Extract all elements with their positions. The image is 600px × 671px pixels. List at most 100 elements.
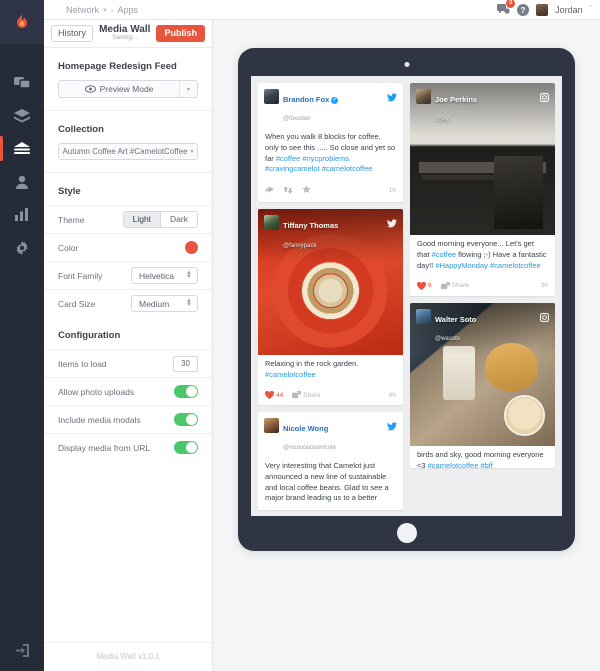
retweet-icon[interactable] [283,186,293,196]
row-items-to-load: Items to load 30 [44,349,212,377]
card-time: 3h [540,282,548,290]
hashtag-coffee[interactable]: #coffee [276,154,300,163]
publish-button[interactable]: Publish [156,25,205,42]
card-walter-soto[interactable]: Walter Soto @wasoto birds and sky, good [410,302,555,468]
stepper-arrows-icon-2: ▲ ▼ [186,297,192,309]
rail-item-audience[interactable] [0,165,44,198]
preview-mode-select[interactable]: Preview Mode ▾ [58,80,198,98]
svg-text:?: ? [521,6,526,15]
card-nicole-wong[interactable]: Nicole Wong @nicooooooonicole Very inter… [258,412,403,511]
allow-photo-uploads-toggle[interactable] [174,385,198,398]
hashtag-nycproblems[interactable]: #nycproblems [302,154,349,163]
rail-icon-list [0,66,44,264]
hashtag-camelotcoffee[interactable]: #camelotcoffee [265,370,316,379]
hashtag-camelotcoffee[interactable]: #camelotcoffee [428,461,479,468]
preview-stage: Brandon Fox ✓ @foxodon When you walk 8 b… [213,20,600,671]
twitter-icon [387,215,397,233]
share-button[interactable]: Share [440,281,469,290]
media-wall-column-right: Joe Perkins @joy Good morning everyone..… [410,83,555,510]
collection-select[interactable]: Autumn Coffee Art #CamelotCoffee ▾ [58,143,198,160]
row-card-size: Card Size Medium ▲ ▼ [44,289,212,317]
avatar [416,89,431,104]
rail-item-apps[interactable] [0,132,44,165]
author-name-text: Brandon Fox [283,95,330,104]
rail-item-settings[interactable] [0,231,44,264]
hashtag-happymonday[interactable]: #HappyMonday [435,261,488,270]
hashtag-camelotcoffee[interactable]: #camelotcoffee [490,261,541,270]
theme-option-light[interactable]: Light [123,211,161,228]
hashtag-camelotcoffee[interactable]: #camelotcoffee [322,164,373,173]
share-button[interactable]: Share [292,391,321,399]
like-button[interactable]: 44 [265,391,283,400]
like-count: 6 [428,282,432,290]
coffee-cup-shape [505,397,544,435]
font-family-select[interactable]: Helvetica ▲ ▼ [131,267,198,284]
color-label: Color [58,242,79,253]
color-swatch[interactable] [185,241,198,254]
breadcrumb-root[interactable]: Network [66,5,99,15]
avatar [264,215,279,231]
flame-logo-icon[interactable] [0,0,44,44]
theme-segmented-control[interactable]: Light Dark [122,210,198,229]
messages-icon[interactable]: 3 [497,0,516,16]
author-block: Joe Perkins @joy [435,89,536,126]
media-wall-column-left: Brandon Fox ✓ @foxodon When you walk 8 b… [258,83,403,511]
card-body: birds and sky, good morning everyone <3 … [410,446,555,468]
media-wall: Brandon Fox ✓ @foxodon When you walk 8 b… [251,76,562,516]
camera-dot-icon [404,62,409,67]
display-media-from-url-label: Display media from URL [58,442,151,453]
author-block: Tiffany Thomas @fannypack [283,215,383,252]
author-name: Nicole Wong [283,424,329,434]
display-media-from-url-toggle[interactable] [174,441,198,454]
eye-icon [84,85,96,93]
hashtag-cravingcamelot[interactable]: #cravingcamelot [265,164,320,173]
user-name[interactable]: Jordan [555,5,583,15]
share-label: Share [303,391,321,399]
card-actions: 6 Share 3h [410,278,555,296]
toggle-knob-2 [186,414,197,425]
feed-name: Homepage Redesign Feed [58,61,177,72]
photo-latte-art[interactable]: Tiffany Thomas @fannypack [258,209,403,356]
history-button[interactable]: History [51,25,94,42]
save-status: Saving... [112,34,138,42]
rail-item-conversations[interactable] [0,66,44,99]
hashtag-bff[interactable]: #bff [480,461,492,468]
preview-mode-chevron-down-icon[interactable]: ▾ [179,81,197,97]
rail-item-content[interactable] [0,99,44,132]
favorite-star-icon[interactable] [302,185,311,196]
include-media-modals-toggle[interactable] [174,413,198,426]
card-size-select[interactable]: Medium ▲ ▼ [131,295,198,312]
logout-icon[interactable] [0,644,44,657]
items-to-load-label: Items to load [58,358,107,369]
photo-breakfast-picnic[interactable]: Walter Soto @wasoto [410,302,555,446]
chevron-down-icon[interactable]: ▾ [103,6,107,14]
like-button[interactable]: 6 [417,281,432,290]
collection-wrap: Autumn Coffee Art #CamelotCoffee ▾ [44,143,212,172]
config-panel: History Media Wall Saving... Publish Hom… [44,20,213,671]
breadcrumb-current[interactable]: Apps [118,5,139,15]
avatar [264,89,279,104]
rail-item-analytics[interactable] [0,198,44,231]
card-brandon-fox[interactable]: Brandon Fox ✓ @foxodon When you walk 8 b… [258,83,403,203]
hashtag-coffee[interactable]: #coffee [432,250,456,259]
author-name: Tiffany Thomas [283,221,339,231]
card-tiffany-thomas[interactable]: Tiffany Thomas @fannypack Relaxing in th… [258,209,403,406]
theme-option-dark[interactable]: Dark [160,211,197,228]
card-actions: 1h [258,181,403,202]
user-menu-chevron-icon[interactable]: ˇ [590,6,592,13]
help-circle-icon[interactable]: ? [517,3,530,16]
card-header: Brandon Fox ✓ @foxodon [258,83,403,128]
font-family-label: Font Family [58,270,103,281]
avatar [264,418,279,434]
reply-icon[interactable] [265,185,274,196]
user-avatar[interactable] [536,3,549,16]
card-time: 1h [388,187,396,195]
photo-cafe-counter[interactable]: Joe Perkins @joy [410,83,555,235]
configuration-section-title: Configuration [58,330,121,341]
home-button[interactable] [396,523,417,543]
row-color: Color [44,233,212,261]
photo-author-overlay: Joe Perkins @joy [410,83,555,136]
allow-photo-uploads-label: Allow photo uploads [58,386,135,397]
card-joe-perkins[interactable]: Joe Perkins @joy Good morning everyone..… [410,83,555,296]
items-to-load-input[interactable]: 30 [173,355,198,372]
